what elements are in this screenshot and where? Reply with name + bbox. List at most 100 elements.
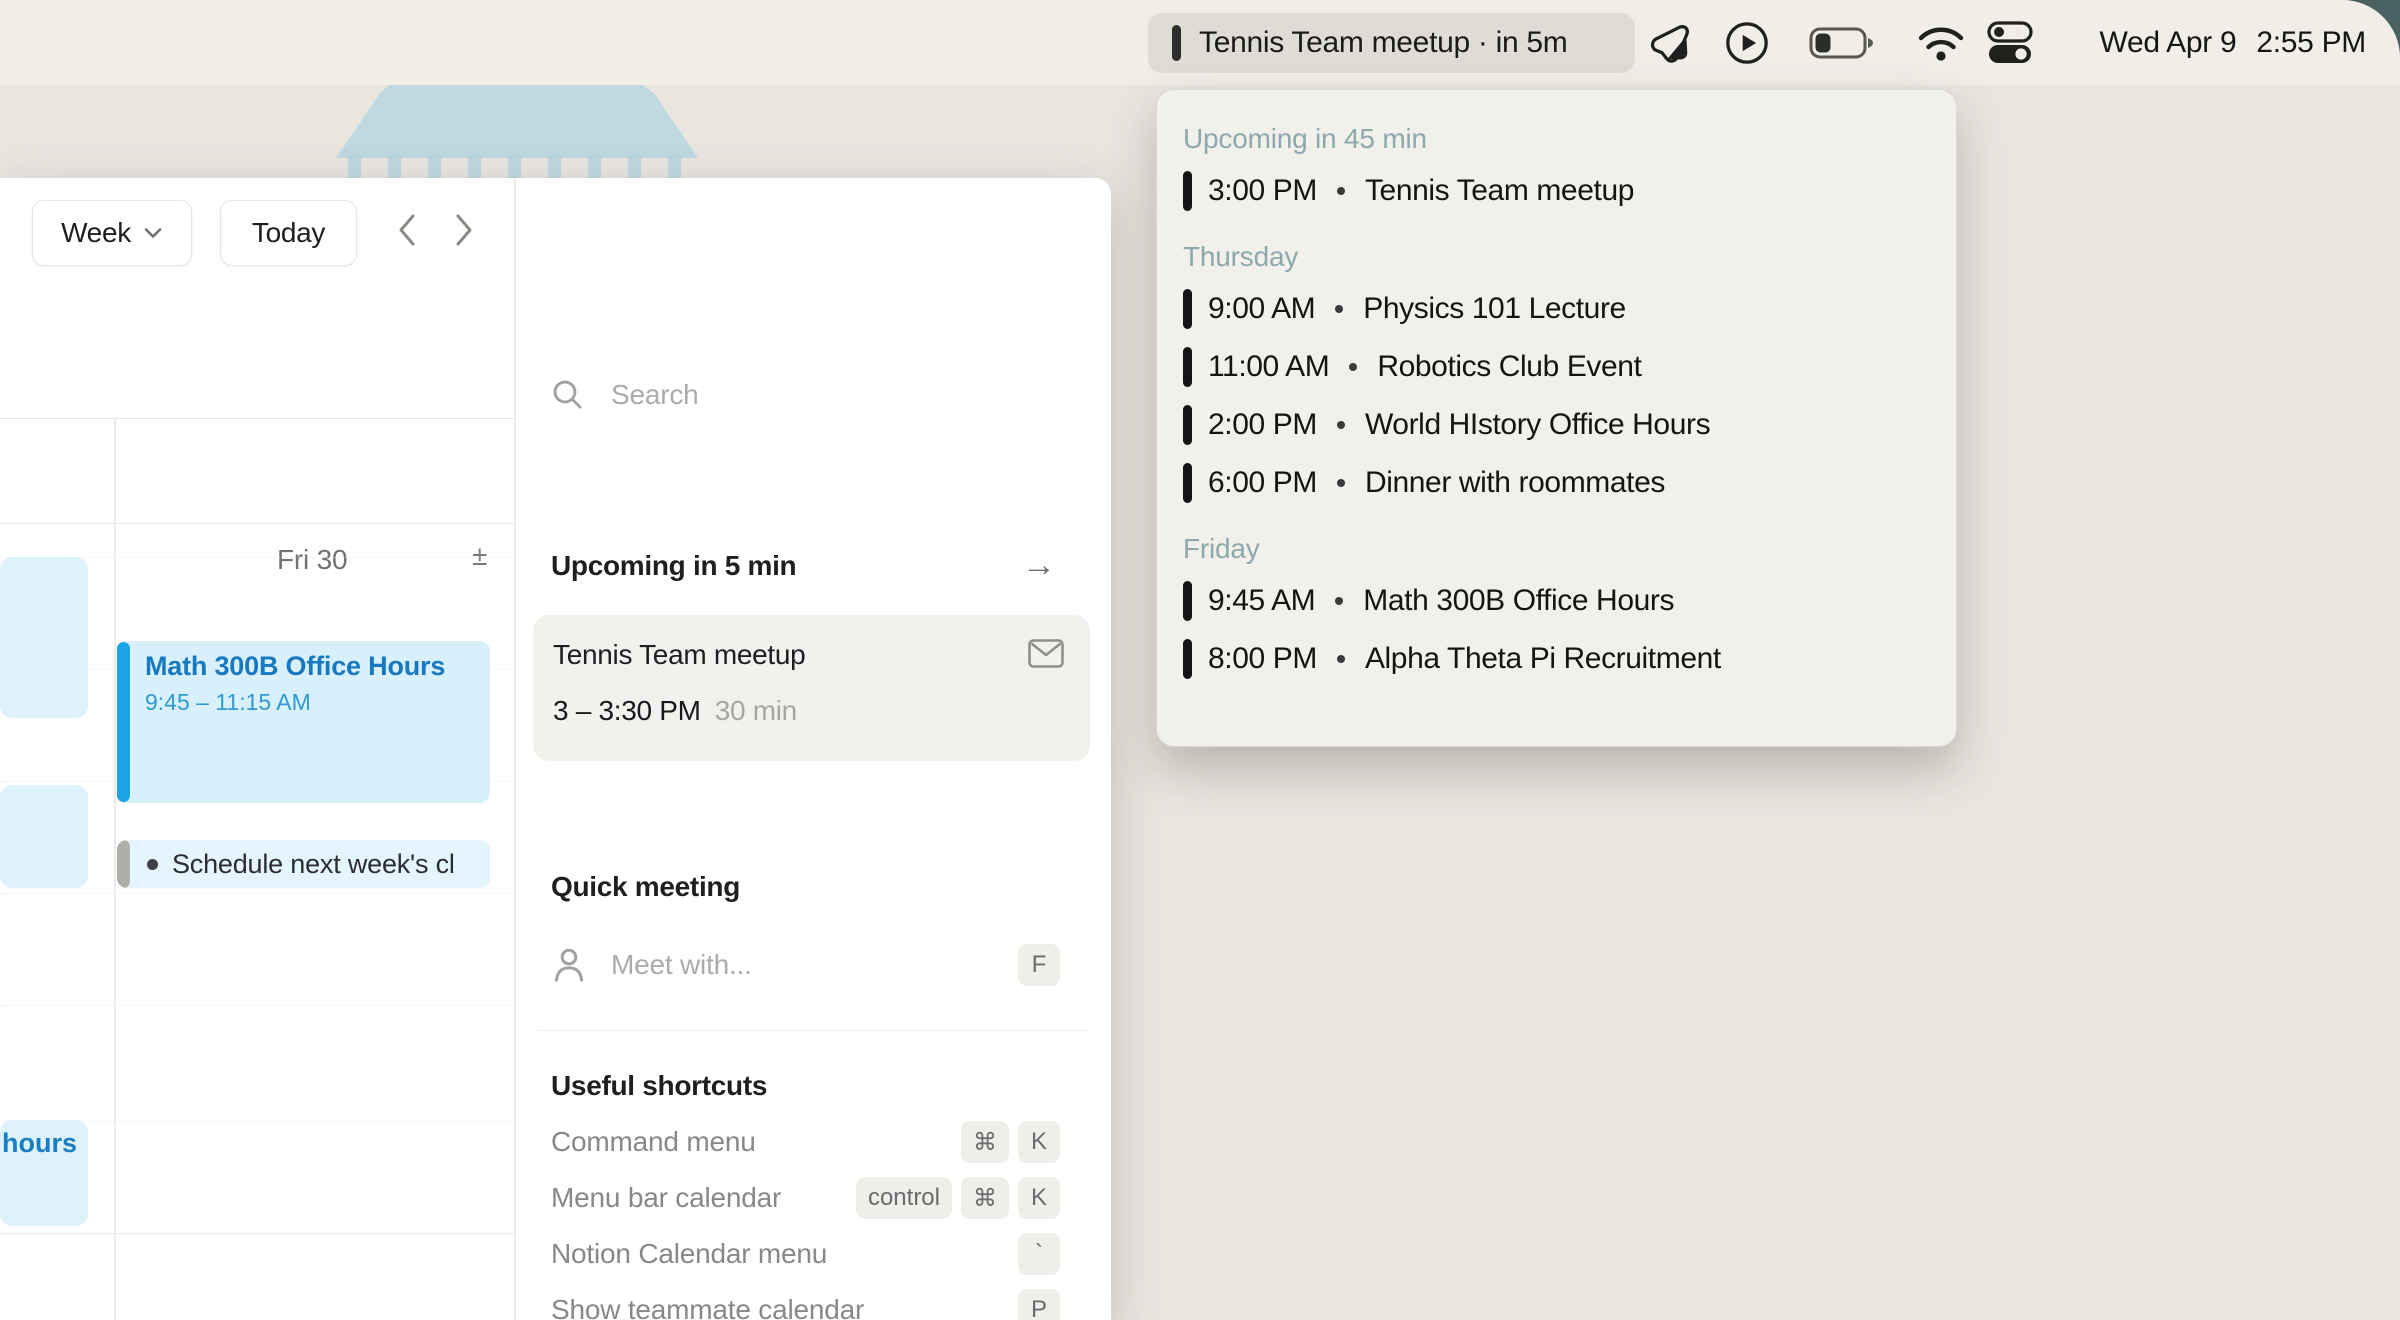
panel-event-row[interactable]: 6:00 PM Dinner with roommates xyxy=(1183,454,1926,512)
search-input[interactable]: Search xyxy=(551,378,699,412)
task-title: Schedule next week's cl xyxy=(172,849,455,880)
hour-gridline xyxy=(0,1005,514,1006)
event-bar-icon xyxy=(1183,405,1192,445)
prev-arrow-button[interactable] xyxy=(383,206,431,254)
calendar-event-partial[interactable]: hours xyxy=(0,1120,88,1226)
task-color-bar xyxy=(117,840,130,888)
dot-separator-icon xyxy=(1335,597,1343,605)
search-placeholder: Search xyxy=(611,379,699,411)
panel-event-row[interactable]: 3:00 PMTennis Team meetup xyxy=(1183,162,1926,220)
key-badge: K xyxy=(1018,1121,1060,1163)
panel-event-row[interactable]: 9:00 AM Physics 101 Lecture xyxy=(1183,280,1926,338)
key-badge: control xyxy=(856,1177,952,1219)
dot-separator-icon xyxy=(1337,479,1345,487)
panel-event-row[interactable]: 9:45 AMMath 300B Office Hours xyxy=(1183,572,1926,630)
menubar-calendar-status-item[interactable]: Tennis Team meetup · in 5m xyxy=(1148,13,1635,73)
notion-calendar-window: Week Today Fri 30 ± xyxy=(0,178,1111,1320)
event-title: Dinner with roommates xyxy=(1365,466,1665,500)
menubar-clock[interactable]: Wed Apr 9 2:55 PM xyxy=(2100,0,2366,85)
calendar-task-item[interactable]: Schedule next week's cl xyxy=(117,840,490,888)
event-bar-icon xyxy=(1183,581,1192,621)
shortcut-keys: ` xyxy=(1018,1233,1060,1275)
upcoming-event-card[interactable]: Tennis Team meetup 3 – 3:30 PM 30 min xyxy=(533,615,1090,761)
wifi-icon[interactable] xyxy=(1915,0,1967,85)
shortcut-row[interactable]: Command menu ⌘K xyxy=(551,1114,1060,1170)
event-time: 9:45 – 11:15 AM xyxy=(145,689,311,716)
shortcut-label: Notion Calendar menu xyxy=(551,1238,827,1270)
key-badge: ` xyxy=(1018,1233,1060,1275)
upcoming-event-duration: 30 min xyxy=(715,695,797,727)
calendar-event-math-office-hours[interactable]: Math 300B Office Hours 9:45 – 11:15 AM xyxy=(117,641,490,803)
open-event-arrow-icon[interactable]: → xyxy=(1022,546,1056,585)
event-title: Physics 101 Lecture xyxy=(1363,292,1626,326)
control-center-icon[interactable] xyxy=(1985,0,2035,85)
meet-with-placeholder: Meet with... xyxy=(611,949,1018,981)
shortcut-label: Menu bar calendar xyxy=(551,1182,781,1214)
event-title: World HIstory Office Hours xyxy=(1365,408,1710,442)
meet-with-input[interactable]: Meet with... F xyxy=(553,944,1060,986)
hour-gridline xyxy=(0,893,514,894)
email-icon[interactable] xyxy=(1028,639,1064,669)
panel-event-row[interactable]: 11:00 AM Robotics Club Event xyxy=(1183,338,1926,396)
person-icon xyxy=(553,948,585,982)
event-title: Alpha Theta Pi Recruitment xyxy=(1365,642,1721,676)
battery-icon[interactable] xyxy=(1808,0,1876,85)
panel-section: Thursday 9:00 AM Physics 101 Lecture 11:00 … xyxy=(1183,234,1926,512)
hour-gridline xyxy=(0,1233,514,1234)
event-bar-icon xyxy=(1183,463,1192,503)
event-time: 6:00 PM xyxy=(1208,466,1317,500)
event-time: 3:00 PM xyxy=(1208,174,1317,208)
event-bar-icon xyxy=(1183,347,1192,387)
dot-separator-icon xyxy=(1337,187,1345,195)
menubar-date: Wed Apr 9 xyxy=(2100,26,2237,60)
event-title: Robotics Club Event xyxy=(1377,350,1641,384)
panel-event-row[interactable]: 2:00 PMWorld HIstory Office Hours xyxy=(1183,396,1926,454)
dot-separator-icon xyxy=(1349,363,1357,371)
panel-day-header: Upcoming in 45 min xyxy=(1183,116,1926,162)
shortcut-label: Show teammate calendar xyxy=(551,1294,864,1320)
calendar-event-title: hours xyxy=(2,1128,77,1159)
shortcut-keys: P xyxy=(1018,1289,1060,1320)
upcoming-section-header: Upcoming in 5 min xyxy=(551,550,796,582)
menubar-time: 2:55 PM xyxy=(2256,26,2366,60)
dot-separator-icon xyxy=(1337,421,1345,429)
upcoming-event-time: 3 – 3:30 PM xyxy=(553,695,701,727)
today-button-label: Today xyxy=(252,217,325,249)
timezone-adjust-icon[interactable]: ± xyxy=(472,540,487,572)
shortcut-row[interactable]: Menu bar calendar control⌘K xyxy=(551,1170,1060,1226)
panel-event-row[interactable]: 8:00 PMAlpha Theta Pi Recruitment xyxy=(1183,630,1926,688)
key-badge: K xyxy=(1018,1177,1060,1219)
key-badge: ⌘ xyxy=(961,1121,1009,1163)
panel-day-header: Friday xyxy=(1183,526,1926,572)
shortcuts-header: Useful shortcuts xyxy=(551,1070,767,1102)
shortcut-row[interactable]: Show teammate calendar P xyxy=(551,1282,1060,1320)
next-arrow-button[interactable] xyxy=(440,206,488,254)
shortcut-keys: control⌘K xyxy=(856,1177,1060,1219)
calendar-event-partial[interactable] xyxy=(0,557,88,718)
view-selector-label: Week xyxy=(61,217,131,249)
view-selector-button[interactable]: Week xyxy=(32,200,192,266)
menu-bar: Tennis Team meetup · in 5m xyxy=(0,0,2400,85)
task-dot-icon xyxy=(147,859,158,870)
now-playing-icon[interactable] xyxy=(1723,0,1771,85)
menubar-calendar-dropdown: Upcoming in 45 min3:00 PMTennis Team mee… xyxy=(1156,89,1957,747)
menubar-status-label: Tennis Team meetup · in 5m xyxy=(1199,26,1568,60)
key-badge: ⌘ xyxy=(961,1177,1009,1219)
calendar-event-partial[interactable] xyxy=(0,785,88,888)
shortcut-list: Command menu ⌘K Menu bar calendar control⌘K… xyxy=(551,1114,1060,1320)
key-badge: P xyxy=(1018,1289,1060,1320)
panel-day-header: Thursday xyxy=(1183,234,1926,280)
event-time: 9:00 AM xyxy=(1208,292,1315,326)
today-button[interactable]: Today xyxy=(220,200,357,266)
event-time: 11:00 AM xyxy=(1208,350,1329,384)
event-bar-icon xyxy=(1183,171,1192,211)
day-column-header[interactable]: Fri 30 xyxy=(277,544,347,576)
panel-section: Friday9:45 AMMath 300B Office Hours8:00 … xyxy=(1183,526,1926,688)
sidebar-section-divider xyxy=(537,1030,1090,1031)
quick-meeting-header: Quick meeting xyxy=(551,871,740,903)
dot-separator-icon xyxy=(1337,655,1345,663)
shortcut-row[interactable]: Notion Calendar menu ` xyxy=(551,1226,1060,1282)
dot-separator-icon xyxy=(1335,305,1343,313)
shortcut-label: Command menu xyxy=(551,1126,756,1158)
airplay-icon[interactable] xyxy=(1647,0,1695,85)
